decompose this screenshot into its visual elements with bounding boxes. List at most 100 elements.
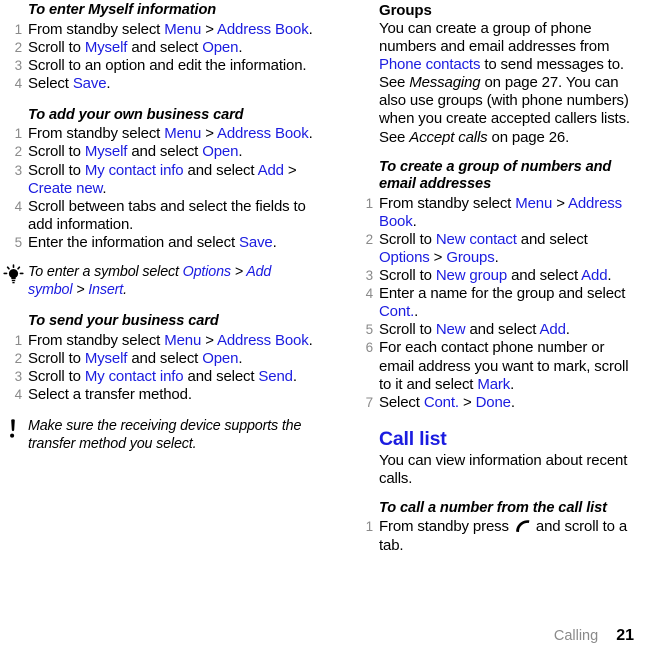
inline-ui-term: Address Book: [217, 20, 309, 38]
inline-text: and select: [507, 267, 582, 285]
step-number: 4: [14, 198, 23, 214]
procedure-step: 4 Select Save.: [0, 75, 315, 93]
inline-emphasis: Messaging: [409, 74, 481, 92]
step-number: 6: [365, 340, 374, 356]
step-number: 4: [14, 75, 23, 91]
inline-text: .: [414, 303, 419, 321]
inline-text: .: [510, 393, 515, 411]
inline-ui-term: Cont.: [423, 393, 459, 411]
call-list-body-text: You can view information about recent ca…: [379, 452, 638, 488]
inline-text: Select: [379, 393, 424, 411]
step-number: 4: [14, 387, 23, 402]
inline-text: Scroll to: [28, 161, 85, 179]
inline-text: .: [106, 74, 111, 92]
inline-ui-term: Groups: [446, 248, 495, 266]
inline-ui-term: New contact: [435, 230, 517, 248]
inline-ui-term: Open: [202, 38, 239, 56]
inline-text: Enter the information and select: [28, 233, 240, 251]
inline-ui-term: Send: [258, 367, 293, 385]
procedure-step: 1 From standby select Menu > Address Book…: [0, 125, 315, 143]
step-number: 5: [14, 234, 23, 250]
inline-ui-term: Myself: [84, 143, 128, 161]
inline-text: Scroll between tabs and select the field…: [28, 197, 306, 233]
procedure-heading-send-business-card: To send your business card: [28, 313, 219, 330]
inline-text: .: [494, 248, 499, 266]
step-text: From standby select Menu > Address Book.: [379, 195, 622, 230]
procedure-step: 7 Select Cont. > Done.: [351, 394, 638, 412]
inline-text: Scroll to: [379, 230, 436, 248]
step-text: Scroll to Myself and select Open.: [28, 143, 243, 161]
inline-text: >: [283, 161, 297, 179]
inline-text: From standby press: [379, 518, 513, 536]
inline-ui-term: Menu: [164, 125, 202, 143]
inline-emphasis: Make sure the receiving device supports …: [28, 418, 302, 452]
inline-text: Scroll to: [379, 321, 436, 339]
note-callout-text: Make sure the receiving device supports …: [28, 418, 301, 452]
inline-ui-term: New group: [435, 267, 508, 285]
inline-ui-term: Menu: [515, 194, 553, 212]
inline-text: >: [552, 194, 568, 212]
procedure-heading-add-business-card: To add your own business card: [28, 106, 244, 123]
step-text: From standby select Menu > Address Book.: [28, 21, 313, 38]
groups-body-text: You can create a group of phone numbers …: [379, 20, 638, 147]
inline-text: Select: [28, 74, 73, 92]
inline-text: on page 26.: [487, 128, 570, 146]
inline-ui-term: My contact info: [84, 161, 184, 179]
procedure-step: 5 Scroll to New and select Add.: [351, 321, 638, 339]
step-text: Scroll to New group and select Add.: [379, 267, 612, 285]
step-number: 1: [14, 21, 23, 37]
inline-text: .: [238, 38, 243, 56]
step-text: Select Cont. > Done.: [379, 394, 515, 411]
inline-ui-term: New: [435, 321, 466, 339]
step-number: 2: [365, 231, 374, 247]
inline-text: From standby select: [28, 20, 165, 38]
inline-ui-term: Create new: [28, 179, 103, 197]
step-number: 3: [365, 268, 374, 284]
inline-text: Scroll to: [28, 367, 85, 385]
inline-text: Scroll to: [28, 143, 85, 161]
procedure-step: 5 Enter the information and select Save.: [0, 234, 315, 252]
inline-ui-term: Save: [239, 233, 273, 251]
steps-call-number-from-call-list: 1 From standby press and scroll to a tab.: [351, 518, 638, 554]
procedure-step: 2 Scroll to Myself and select Open.: [0, 350, 315, 368]
inline-text: >: [72, 281, 89, 298]
inline-text: .: [102, 179, 107, 197]
inline-ui-term: My contact info: [84, 367, 184, 385]
inline-text: .: [607, 267, 612, 285]
inline-text: >: [201, 125, 217, 143]
call-key-icon: [516, 520, 530, 533]
inline-text: and select: [465, 321, 540, 339]
right-column: Groups You can create a group of phone n…: [323, 2, 646, 555]
step-text: Select Save.: [28, 74, 111, 92]
inline-emphasis: Accept calls: [409, 128, 488, 146]
inline-text: and select: [183, 367, 259, 385]
inline-text: Scroll to an option and edit the informa…: [28, 56, 307, 74]
inline-text: >: [201, 331, 217, 349]
step-text: Scroll to Myself and select Open.: [28, 38, 243, 56]
step-number: 1: [365, 195, 374, 211]
inline-text: Enter a name for the group and select: [379, 285, 626, 303]
step-number: 2: [14, 350, 23, 366]
section-heading-call-list: Call list: [379, 427, 447, 450]
step-text: Select a transfer method.: [28, 386, 192, 403]
tip-callout-enter-symbol: To enter a symbol select Options > Add s…: [0, 264, 315, 299]
inline-ui-term: Add: [257, 161, 284, 179]
procedure-step: 1 From standby press and scroll to a tab.: [351, 518, 638, 554]
procedure-step: 1 From standby select Menu > Address Book…: [0, 21, 315, 39]
procedure-heading-create-group: To create a group of numbers and email a…: [379, 158, 612, 193]
inline-ui-term: Insert: [88, 281, 124, 298]
inline-ui-term: Mark: [477, 375, 511, 393]
inline-text: Scroll to: [28, 349, 85, 367]
inline-ui-term: Menu: [164, 20, 202, 38]
procedure-step: 6 For each contact phone number or email …: [351, 339, 638, 393]
footer-chapter-label: Calling: [553, 628, 599, 644]
footer-page-number: 21: [616, 627, 634, 644]
inline-text: and select: [127, 38, 203, 56]
inline-text: .: [238, 349, 243, 367]
inline-text: .: [510, 375, 515, 393]
step-number: 1: [365, 519, 374, 535]
inline-ui-term: Done: [475, 393, 511, 411]
inline-ui-term: Open: [202, 349, 239, 367]
inline-ui-term: Menu: [164, 331, 202, 349]
inline-ui-term: Phone contacts: [379, 56, 481, 74]
